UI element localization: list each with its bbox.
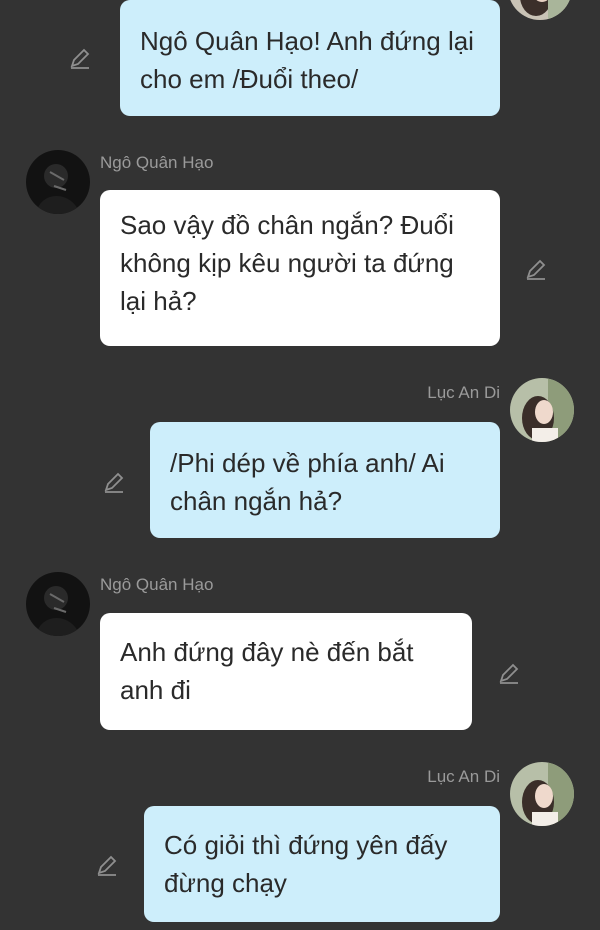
avatar-ngo-quan-hao[interactable] — [26, 572, 90, 636]
edit-icon[interactable] — [497, 661, 521, 685]
message-bubble-incoming: Sao vậy đồ chân ngắn? Đuổi không kịp kêu… — [100, 190, 500, 346]
avatar-luc-an-di[interactable] — [510, 378, 574, 442]
avatar-ngo-quan-hao[interactable] — [26, 150, 90, 214]
avatar-luc-an-di[interactable] — [508, 0, 572, 20]
message-bubble-incoming: Anh đứng đây nè đến bắt anh đi — [100, 613, 472, 730]
edit-icon[interactable] — [102, 470, 126, 494]
sender-name: Ngô Quân Hạo — [100, 153, 214, 172]
sender-name: Lục An Di — [427, 767, 500, 786]
edit-icon[interactable] — [68, 46, 92, 70]
avatar-luc-an-di[interactable] — [510, 762, 574, 826]
sender-name: Lục An Di — [427, 383, 500, 402]
message-bubble-outgoing: Ngô Quân Hạo! Anh đứng lại cho em /Đuổi … — [120, 0, 500, 116]
edit-icon[interactable] — [95, 853, 119, 877]
message-bubble-outgoing: /Phi dép về phía anh/ Ai chân ngắn hả? — [150, 422, 500, 538]
message-bubble-outgoing: Có giỏi thì đứng yên đấy đừng chạy — [144, 806, 500, 922]
edit-icon[interactable] — [524, 257, 548, 281]
sender-name: Ngô Quân Hạo — [100, 575, 214, 594]
